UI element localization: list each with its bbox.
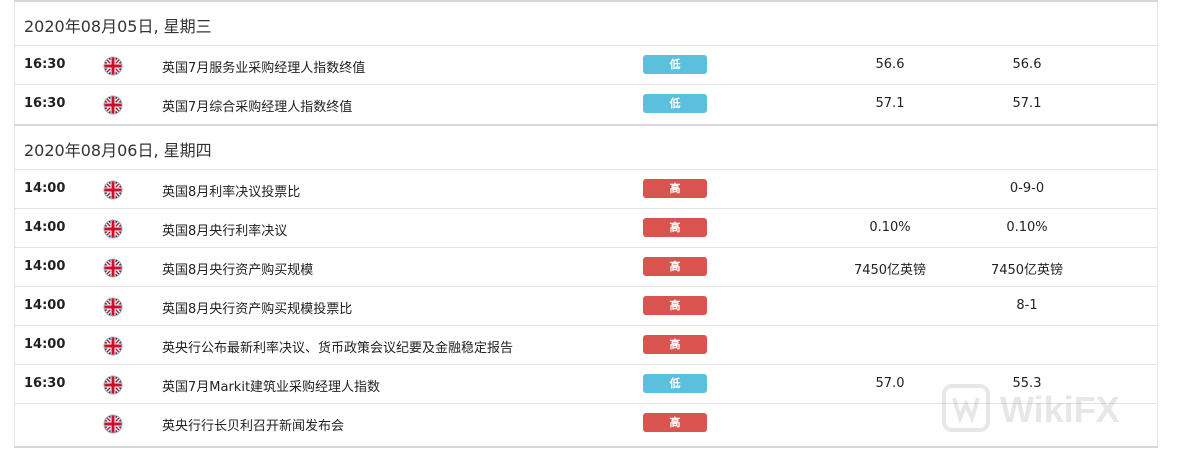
date-label: 2020年08月05日, 星期三 <box>24 17 212 36</box>
forecast-value: 57.1 <box>1012 96 1042 111</box>
forecast-value: 7450亿英镑 <box>990 263 1064 278</box>
event-row[interactable]: 14:00 英央行公布最新利率决议、货币政策会议纪要及金融稳定报告 高 <box>14 326 1158 365</box>
event-name: 英国8月利率决议投票比 <box>162 185 301 200</box>
event-row[interactable]: 14:00 英国8月利率决议投票比 高 0-9-0 <box>14 170 1158 209</box>
event-time: 16:30 <box>24 57 66 72</box>
importance-badge: 低 <box>643 55 707 74</box>
importance-badge: 低 <box>643 94 707 113</box>
importance-badge: 高 <box>643 218 707 237</box>
forecast-value: 0-9-0 <box>1009 181 1045 196</box>
previous-value: 0.10% <box>869 220 911 235</box>
event-row[interactable]: 14:00 英国8月央行利率决议 高 0.10% 0.10% <box>14 209 1158 248</box>
forecast-value: 8-1 <box>1016 298 1038 313</box>
uk-flag-icon <box>103 297 123 317</box>
importance-badge: 高 <box>643 257 707 276</box>
date-header: 2020年08月06日, 星期四 <box>14 124 1158 170</box>
event-name: 英国7月服务业采购经理人指数终值 <box>162 61 366 76</box>
previous-value: 56.6 <box>875 57 905 72</box>
importance-badge: 高 <box>643 179 707 198</box>
forecast-value: 0.10% <box>1006 220 1048 235</box>
event-time: 14:00 <box>24 259 66 274</box>
event-time: 14:00 <box>24 298 66 313</box>
event-name: 英国7月综合采购经理人指数终值 <box>162 100 353 115</box>
previous-value: 57.0 <box>875 376 905 391</box>
uk-flag-icon <box>103 95 123 115</box>
date-label: 2020年08月06日, 星期四 <box>24 141 212 160</box>
date-header: 2020年08月05日, 星期三 <box>14 0 1158 46</box>
event-name: 英国8月央行利率决议 <box>162 224 288 239</box>
event-name: 英国8月央行资产购买规模 <box>162 263 314 278</box>
event-name: 英国8月央行资产购买规模投票比 <box>162 302 353 317</box>
uk-flag-icon <box>103 336 123 356</box>
importance-badge: 高 <box>643 413 707 432</box>
importance-badge: 高 <box>643 335 707 354</box>
forecast-value: 56.6 <box>1012 57 1042 72</box>
uk-flag-icon <box>103 375 123 395</box>
event-time: 16:30 <box>24 376 66 391</box>
previous-value: 7450亿英镑 <box>853 263 927 278</box>
event-name: 英央行行长贝利召开新闻发布会 <box>162 419 345 434</box>
event-row[interactable]: 16:30 英国7月综合采购经理人指数终值 低 57.1 57.1 <box>14 85 1158 124</box>
wikifx-logo-icon: WikiFX <box>942 384 1120 432</box>
previous-value: 57.1 <box>875 96 905 111</box>
watermark-text: WikiFX <box>1000 389 1120 430</box>
importance-badge: 低 <box>643 374 707 393</box>
uk-flag-icon <box>103 56 123 76</box>
event-row[interactable]: 14:00 英国8月央行资产购买规模投票比 高 8-1 <box>14 287 1158 326</box>
event-time: 16:30 <box>24 96 66 111</box>
uk-flag-icon <box>103 414 123 434</box>
uk-flag-icon <box>103 219 123 239</box>
event-time: 14:00 <box>24 337 66 352</box>
uk-flag-icon <box>103 258 123 278</box>
event-row[interactable]: 14:00 英国8月央行资产购买规模 高 7450亿英镑 7450亿英镑 <box>14 248 1158 287</box>
wikifx-watermark: WikiFX <box>940 380 1160 440</box>
event-row[interactable]: 16:30 英国7月服务业采购经理人指数终值 低 56.6 56.6 <box>14 46 1158 85</box>
event-name: 英央行公布最新利率决议、货币政策会议纪要及金融稳定报告 <box>162 341 514 356</box>
event-name: 英国7月Markit建筑业采购经理人指数 <box>162 380 381 395</box>
event-time: 14:00 <box>24 220 66 235</box>
importance-badge: 高 <box>643 296 707 315</box>
uk-flag-icon <box>103 180 123 200</box>
event-time: 14:00 <box>24 181 66 196</box>
